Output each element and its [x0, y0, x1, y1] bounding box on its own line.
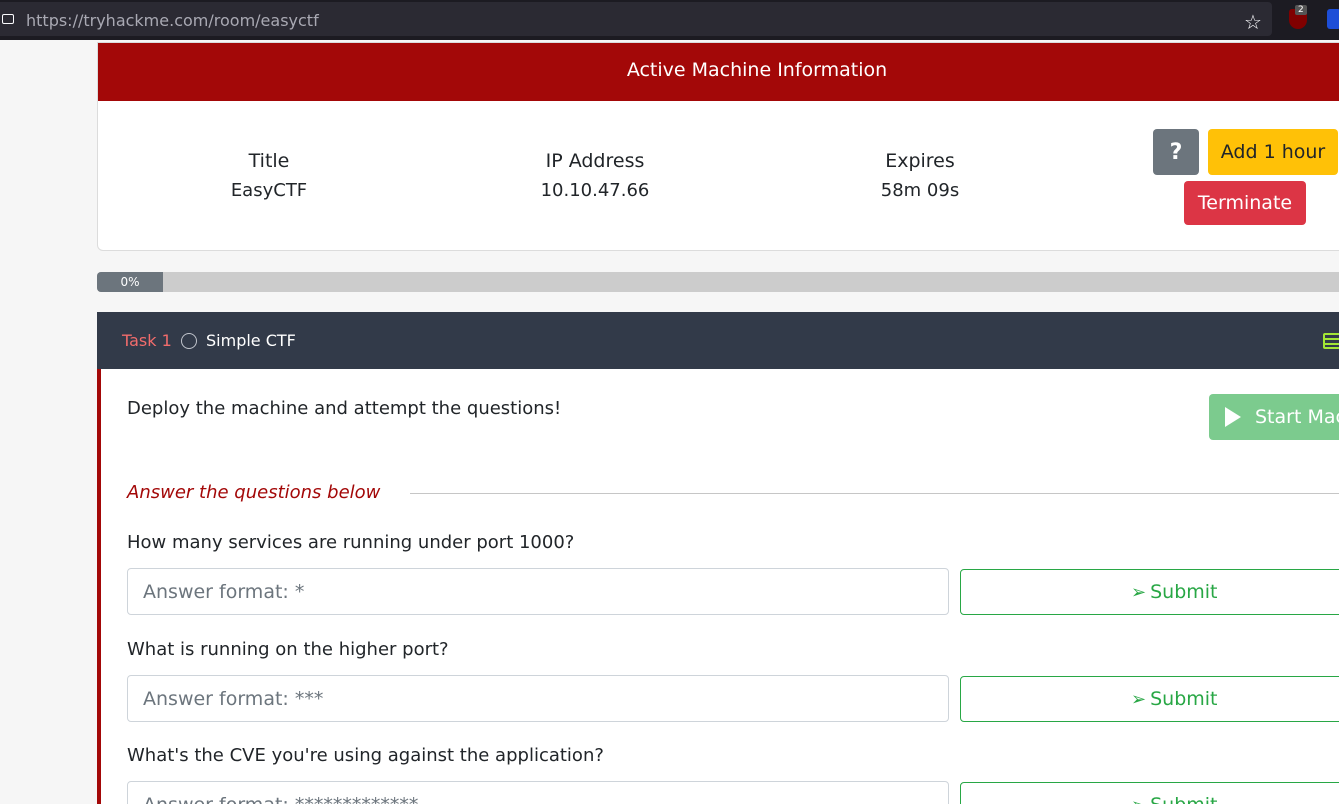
active-machine-card: Active Machine Information Title EasyCTF…	[97, 42, 1339, 251]
answer-input[interactable]	[127, 781, 949, 804]
machine-ip-label: IP Address	[545, 150, 645, 172]
active-machine-title: Active Machine Information	[626, 59, 888, 81]
browser-toolbar: https://tryhackme.com/room/easyctf ☆ 2	[0, 0, 1339, 40]
machine-ip-value: 10.10.47.66	[540, 180, 650, 201]
bitwarden-extension-icon[interactable]	[1327, 9, 1339, 29]
submit-label: Submit	[1150, 794, 1217, 804]
answer-heading: Answer the questions below	[127, 482, 381, 503]
question-text: What's the CVE you're using against the …	[127, 745, 604, 766]
url-text[interactable]: https://tryhackme.com/room/easyctf	[26, 11, 319, 30]
task-number: Task 1	[122, 331, 172, 350]
answer-input[interactable]	[127, 675, 949, 722]
start-machine-button[interactable]: Start Machine	[1209, 394, 1339, 440]
submit-button[interactable]: ➢Submit	[960, 569, 1339, 615]
task-status-circle-icon	[181, 333, 197, 349]
progress-label: 0%	[120, 275, 140, 289]
question-text: What is running on the higher port?	[127, 639, 449, 660]
machine-title-value: EasyCTF	[230, 180, 308, 201]
send-icon: ➢	[1131, 689, 1147, 710]
url-host: https://tryhackme.com	[26, 11, 209, 30]
send-icon: ➢	[1131, 795, 1146, 804]
page-info-icon[interactable]	[2, 14, 14, 24]
submit-label: Submit	[1150, 581, 1218, 603]
machine-ip-col: IP Address 10.10.47.66	[495, 150, 695, 201]
start-machine-label: Start Machine	[1255, 406, 1339, 428]
machine-expires-label: Expires	[885, 150, 955, 172]
url-path: /room/easyctf	[208, 11, 319, 30]
divider	[410, 493, 1339, 494]
bookmark-star-icon[interactable]: ☆	[1244, 10, 1262, 34]
play-icon	[1225, 407, 1241, 427]
question-text: How many services are running under port…	[127, 532, 575, 553]
submit-button[interactable]: ➢Submit	[960, 676, 1339, 722]
send-icon: ➢	[1131, 582, 1147, 603]
help-button[interactable]: ?	[1153, 129, 1199, 175]
task-body: Deploy the machine and attempt the quest…	[97, 369, 1339, 804]
task-description: Deploy the machine and attempt the quest…	[127, 398, 562, 419]
terminate-button[interactable]: Terminate	[1184, 181, 1306, 225]
task-menu-icon[interactable]	[1323, 333, 1339, 349]
extension-badge: 2	[1295, 5, 1307, 15]
active-machine-header: Active Machine Information	[98, 43, 1339, 101]
task-header[interactable]: Task 1 Simple CTF	[97, 312, 1339, 369]
room-progress-bar: 0%	[97, 272, 1339, 292]
machine-expires-col: Expires 58m 09s	[820, 150, 1020, 201]
machine-title-col: Title EasyCTF	[169, 150, 369, 201]
machine-expires-value: 58m 09s	[880, 180, 960, 201]
add-hour-button[interactable]: Add 1 hour	[1208, 129, 1338, 175]
answer-input[interactable]	[127, 568, 949, 615]
submit-button[interactable]: ➢ Submit	[960, 782, 1339, 804]
address-bar[interactable]: https://tryhackme.com/room/easyctf ☆	[0, 2, 1272, 36]
machine-title-label: Title	[248, 150, 290, 172]
submit-label: Submit	[1150, 688, 1218, 710]
task-title: Simple CTF	[206, 331, 296, 350]
